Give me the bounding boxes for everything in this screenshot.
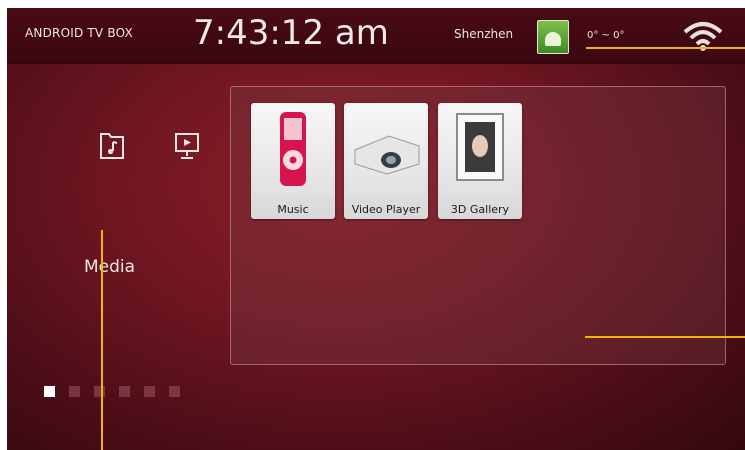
status-bar: ANDROID TV BOX 7:43:12 am Shenzhen 0° ~ …	[7, 8, 745, 64]
music-folder-icon[interactable]	[99, 131, 125, 161]
annotation-line	[585, 336, 745, 338]
page-dot[interactable]	[169, 386, 180, 397]
projector-icon	[347, 106, 425, 194]
photo-frame-icon	[441, 106, 519, 194]
annotation-line	[586, 47, 745, 49]
app-label: Music	[277, 203, 309, 216]
page-dot[interactable]	[94, 386, 105, 397]
annotation-line	[101, 230, 103, 450]
page-dot[interactable]	[144, 386, 155, 397]
video-screen-icon[interactable]	[174, 131, 200, 161]
app-video-player[interactable]: Video Player	[344, 103, 428, 219]
weather-city: Shenzhen	[454, 27, 514, 41]
app-music[interactable]: Music	[251, 103, 335, 219]
page-dot[interactable]	[44, 386, 55, 397]
brand-title: ANDROID TV BOX	[25, 26, 133, 40]
app-3d-gallery[interactable]: 3D Gallery	[438, 103, 522, 219]
weather-temperature: 0° ~ 0°	[587, 30, 625, 41]
clock: 7:43:12 am	[193, 13, 389, 53]
app-label: Video Player	[351, 203, 421, 216]
page-dot[interactable]	[119, 386, 130, 397]
category-title: Media	[84, 257, 136, 277]
page-dot[interactable]	[69, 386, 80, 397]
screen: ANDROID TV BOX 7:43:12 am Shenzhen 0° ~ …	[7, 8, 745, 450]
app-label: 3D Gallery	[450, 203, 510, 216]
weather-icon[interactable]	[537, 20, 569, 54]
music-player-icon	[254, 106, 332, 194]
